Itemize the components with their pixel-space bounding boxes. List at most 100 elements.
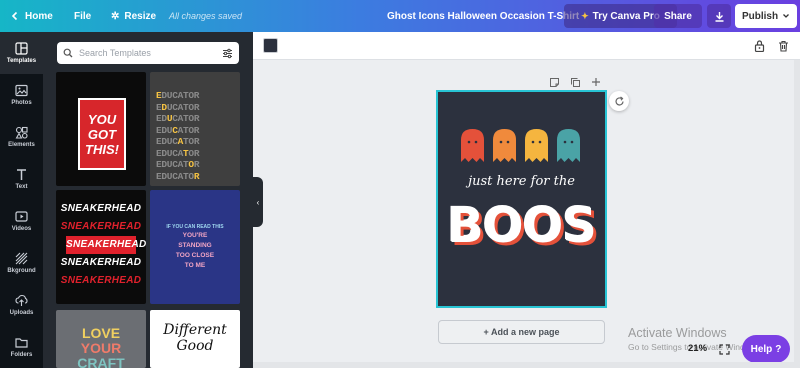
design-page[interactable]: just here for the BOOS <box>436 90 607 308</box>
top-bar: Home File ✲ Resize All changes saved Gho… <box>0 0 800 32</box>
template-text: EDUCATOR <box>156 170 200 182</box>
editor-area: just here for the BOOS + Add a new page … <box>253 32 800 368</box>
template-text: YOU'RE <box>182 232 208 239</box>
template-text: IF YOU CAN READ THIS <box>166 224 224 230</box>
template-text: SNEAKERHEAD <box>60 275 142 286</box>
home-button[interactable]: Home <box>10 0 53 32</box>
rail-item-videos[interactable]: Videos <box>0 200 43 242</box>
template-text: YOUR <box>80 340 122 356</box>
template-text: EDUCATOR <box>156 113 200 124</box>
rail-item-text[interactable]: Text <box>0 158 43 200</box>
folder-icon <box>15 338 28 348</box>
template-text: Good <box>176 338 214 354</box>
help-label: Help <box>750 343 773 355</box>
design-tagline: just here for the <box>468 174 575 189</box>
chevron-left-icon <box>11 11 18 21</box>
template-text: YOU <box>87 111 117 127</box>
templates-panel: YOU GOT THIS! EDUCATOR EDUCATOR EDUCATOR… <box>43 32 253 368</box>
ghost-icon <box>557 129 580 162</box>
resize-button[interactable]: ✲ Resize <box>111 0 156 32</box>
template-text: LOVE <box>81 325 121 341</box>
ghost-icon <box>493 129 516 162</box>
video-icon <box>15 211 28 222</box>
template-thumb-different-good[interactable]: Different Good <box>150 310 240 368</box>
templates-icon <box>15 42 28 55</box>
template-text: GOT <box>87 126 117 142</box>
share-label: Share <box>664 10 692 22</box>
resize-label: Resize <box>124 10 157 22</box>
template-search <box>57 42 239 64</box>
download-icon <box>715 11 723 22</box>
publish-button[interactable]: Publish <box>735 4 797 28</box>
template-text: EDUCATOR <box>156 147 200 159</box>
ghost-icon <box>525 129 548 162</box>
add-page-button[interactable]: + Add a new page <box>438 320 605 344</box>
side-rail: Templates Photos Elements Text Videos Bk… <box>0 32 43 368</box>
template-text: STANDING <box>178 242 212 249</box>
file-menu[interactable]: File <box>74 0 91 32</box>
rail-label: Bkground <box>7 268 36 274</box>
rail-label: Folders <box>10 352 33 358</box>
template-card: YOU GOT THIS! <box>78 98 126 170</box>
duplicate-icon <box>570 77 580 87</box>
editor-toolbar <box>253 32 800 60</box>
background-color-swatch[interactable] <box>263 38 278 53</box>
template-text: TOO CLOSE <box>175 252 215 259</box>
trash-icon <box>778 40 788 52</box>
template-text: SNEAKERHEAD <box>60 221 142 232</box>
zoom-level[interactable]: 21% <box>688 343 707 354</box>
collapse-panel-button[interactable]: ‹ <box>253 177 263 227</box>
share-button[interactable]: Share <box>654 4 702 28</box>
chevron-left-icon: ‹ <box>256 197 260 207</box>
note-icon <box>549 77 559 87</box>
file-label: File <box>74 10 92 22</box>
ghost-icon <box>461 129 484 162</box>
template-text: EDUCATOR <box>156 124 200 136</box>
duplicate-page-button[interactable] <box>568 75 582 89</box>
design-title[interactable]: Ghost Icons Halloween Occasion T-Shirt <box>387 0 579 32</box>
try-pro-label: Try Canva Pro <box>592 10 660 22</box>
template-text: CRAFT <box>77 355 125 368</box>
publish-label: Publish <box>741 10 779 22</box>
template-text: EDUCATOR <box>156 90 200 101</box>
filter-icon[interactable] <box>222 48 233 59</box>
help-icon: ? <box>775 343 782 355</box>
vertical-scrollbar[interactable] <box>794 60 800 362</box>
elements-icon <box>15 126 28 139</box>
rail-label: Videos <box>11 226 32 232</box>
template-thumb-standing-too-close[interactable]: IF YOU CAN READ THIS YOU'RE STANDING TOO… <box>150 190 240 304</box>
delete-button[interactable] <box>775 38 791 54</box>
rail-label: Elements <box>8 142 35 148</box>
template-thumb-educator[interactable]: EDUCATOR EDUCATOR EDUCATOR EDUCATOR EDUC… <box>150 72 240 186</box>
rail-item-uploads[interactable]: Uploads <box>0 284 43 326</box>
template-text: TO ME <box>184 262 206 269</box>
add-page-plus-button[interactable] <box>589 75 603 89</box>
template-thumb-sneakerhead[interactable]: SNEAKERHEAD SNEAKERHEAD SNEAKERHEAD SNEA… <box>56 190 146 304</box>
windows-watermark-title: Activate Windows <box>628 326 727 340</box>
horizontal-scrollbar[interactable] <box>253 362 800 368</box>
crown-icon: ✦ <box>581 10 589 21</box>
download-button[interactable] <box>707 4 731 28</box>
rail-item-background[interactable]: Bkground <box>0 242 43 284</box>
template-text: EDUCATOR <box>156 159 200 170</box>
help-button[interactable]: Help ? <box>742 335 790 363</box>
lock-button[interactable] <box>751 38 767 54</box>
text-icon <box>17 169 26 180</box>
add-note-button[interactable] <box>547 75 561 89</box>
upload-icon <box>15 294 28 306</box>
rail-item-folders[interactable]: Folders <box>0 326 43 368</box>
refresh-icon <box>614 96 624 105</box>
search-input[interactable] <box>79 48 216 58</box>
design-headline: BOOS <box>447 198 597 254</box>
template-text: SNEAKERHEAD <box>60 203 142 214</box>
rail-item-elements[interactable]: Elements <box>0 116 43 158</box>
rail-label: Text <box>15 184 28 190</box>
rail-item-templates[interactable]: Templates <box>0 32 43 74</box>
chevron-down-icon <box>783 14 790 18</box>
template-thumb-you-got-this[interactable]: YOU GOT THIS! <box>56 72 146 186</box>
ghost-row <box>460 128 581 162</box>
rail-item-photos[interactable]: Photos <box>0 74 43 116</box>
template-thumb-love-your-craft[interactable]: LOVE YOUR CRAFT <box>56 310 146 368</box>
fullscreen-button[interactable] <box>719 342 730 360</box>
refresh-button[interactable] <box>609 91 629 111</box>
